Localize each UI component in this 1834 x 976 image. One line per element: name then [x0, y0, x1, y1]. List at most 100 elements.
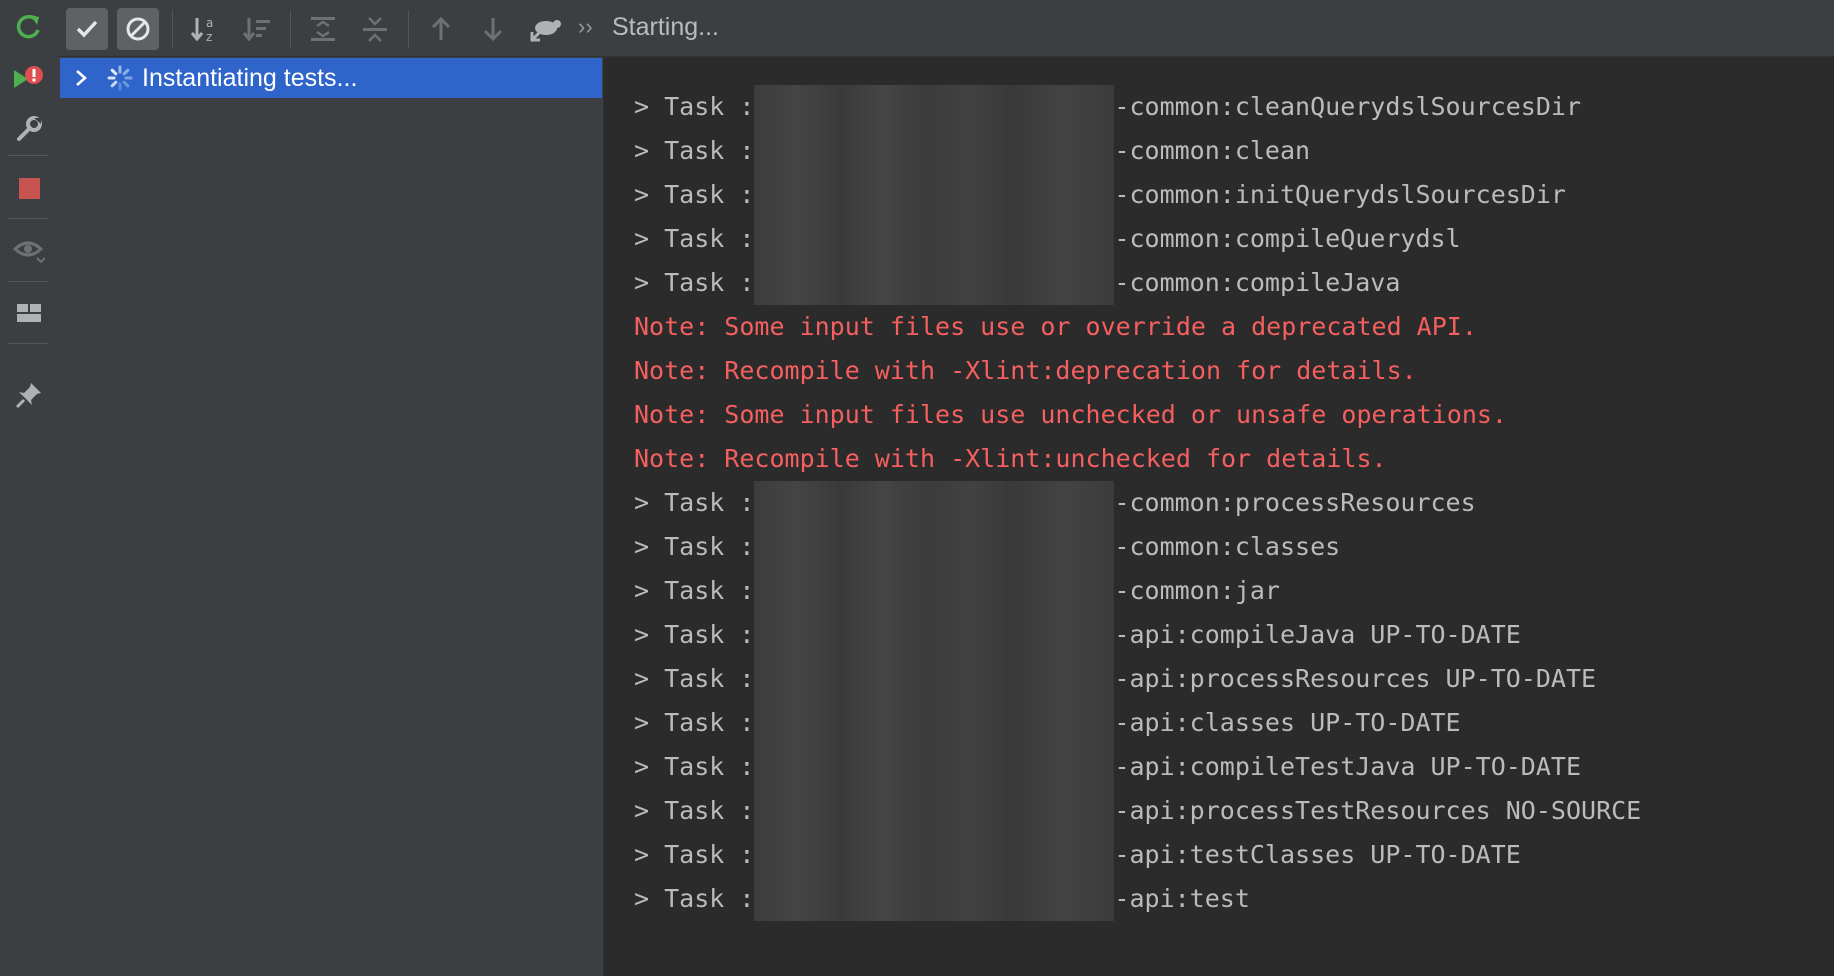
console-task-line: > Task : -common:jar: [634, 569, 1280, 613]
console-task-line: > Task : -common:classes: [634, 525, 1340, 569]
console-note-line: Note: Some input files use unchecked or …: [634, 393, 1507, 437]
line-text: -common:initQuerydslSourcesDir: [1114, 180, 1566, 209]
divider: [8, 343, 48, 344]
console-task-line: > Task : -api:compileJava UP-TO-DATE: [634, 613, 1521, 657]
console-task-line: > Task : -common:compileQuerydsl: [634, 217, 1461, 261]
task-prefix: > Task :: [634, 664, 755, 693]
console-task-line: > Task : -common:clean: [634, 129, 1310, 173]
line-text: -api:compileTestJava UP-TO-DATE: [1114, 752, 1582, 781]
arrow-up-icon[interactable]: [420, 8, 462, 50]
task-prefix: > Task :: [634, 180, 755, 209]
console-task-line: > Task : -api:processTestResources NO-SOU…: [634, 789, 1641, 833]
console-task-line: > Task : -api:processResources UP-TO-DATE: [634, 657, 1596, 701]
divider: [408, 10, 409, 48]
console-task-line: > Task : -common:processResources: [634, 481, 1476, 525]
side-toolbar: [0, 0, 59, 976]
redacted-project-name: [754, 525, 1115, 569]
task-prefix: > Task :: [634, 532, 755, 561]
pin-icon[interactable]: [12, 378, 46, 412]
test-runner-toolbar: a z ›› Starting...: [58, 0, 1834, 57]
task-prefix: > Task :: [634, 620, 755, 649]
redacted-project-name: [754, 173, 1115, 217]
divider: [290, 10, 291, 48]
redacted-project-name: [754, 833, 1115, 877]
line-text: Note: Some input files use or override a…: [634, 312, 1477, 341]
task-prefix: > Task :: [634, 136, 755, 165]
redacted-project-name: [754, 129, 1115, 173]
redacted-project-name: [754, 481, 1115, 525]
redacted-project-name: [754, 789, 1115, 833]
console-task-line: > Task : -common:cleanQuerydslSourcesDir: [634, 85, 1581, 129]
settings-wrench-icon[interactable]: [12, 112, 46, 146]
task-prefix: > Task :: [634, 92, 755, 121]
sort-duration-icon[interactable]: [236, 8, 278, 50]
stop-icon[interactable]: [12, 171, 46, 205]
chevron-right-icon[interactable]: [74, 69, 88, 87]
line-text: -common:jar: [1114, 576, 1280, 605]
expand-all-icon[interactable]: [302, 8, 344, 50]
console-task-line: > Task : -common:compileJava: [634, 261, 1400, 305]
divider: [172, 10, 173, 48]
task-prefix: > Task :: [634, 884, 755, 913]
spinner-icon: [106, 64, 134, 92]
redacted-project-name: [754, 569, 1115, 613]
line-text: -common:clean: [1114, 136, 1311, 165]
console-task-line: > Task : -api:testClasses UP-TO-DATE: [634, 833, 1521, 877]
chevron-right-double-icon[interactable]: ››: [578, 14, 593, 40]
svg-text:z: z: [206, 30, 212, 44]
task-prefix: > Task :: [634, 840, 755, 869]
console-task-line: > Task : -common:initQuerydslSourcesDir: [634, 173, 1566, 217]
rerun-failed-icon[interactable]: [12, 62, 46, 96]
redacted-project-name: [754, 261, 1115, 305]
task-prefix: > Task :: [634, 576, 755, 605]
collapse-all-icon[interactable]: [354, 8, 396, 50]
task-prefix: > Task :: [634, 268, 755, 297]
divider: [8, 281, 48, 282]
line-text: -common:classes: [1114, 532, 1341, 561]
sort-alpha-icon[interactable]: a z: [184, 8, 226, 50]
line-text: -common:cleanQuerydslSourcesDir: [1114, 92, 1582, 121]
task-prefix: > Task :: [634, 796, 755, 825]
task-prefix: > Task :: [634, 752, 755, 781]
console-output[interactable]: > Task : -common:cleanQuerydslSourcesDir >…: [604, 57, 1834, 976]
redacted-project-name: [754, 701, 1115, 745]
line-text: -common:compileJava: [1114, 268, 1401, 297]
task-prefix: > Task :: [634, 708, 755, 737]
redacted-project-name: [754, 745, 1115, 789]
line-text: -api:testClasses UP-TO-DATE: [1114, 840, 1521, 869]
task-prefix: > Task :: [634, 224, 755, 253]
arrow-down-icon[interactable]: [472, 8, 514, 50]
task-prefix: > Task :: [634, 488, 755, 517]
line-text: -api:compileJava UP-TO-DATE: [1114, 620, 1521, 649]
redacted-project-name: [754, 613, 1115, 657]
import-tests-icon[interactable]: [524, 8, 566, 50]
console-note-line: Note: Some input files use or override a…: [634, 305, 1477, 349]
rerun-icon[interactable]: [12, 10, 46, 44]
line-text: -common:processResources: [1114, 488, 1476, 517]
divider: [8, 218, 48, 219]
console-note-line: Note: Recompile with -Xlint:unchecked fo…: [634, 437, 1387, 481]
line-text: -api:processTestResources NO-SOURCE: [1114, 796, 1642, 825]
line-text: Note: Recompile with -Xlint:deprecation …: [634, 356, 1417, 385]
line-text: -api:test: [1114, 884, 1250, 913]
line-text: -common:compileQuerydsl: [1114, 224, 1461, 253]
check-icon[interactable]: [66, 8, 108, 50]
divider: [8, 155, 48, 156]
test-tree: Instantiating tests...: [58, 57, 604, 976]
redacted-project-name: [754, 657, 1115, 701]
redacted-project-name: [754, 217, 1115, 261]
console-note-line: Note: Recompile with -Xlint:deprecation …: [634, 349, 1417, 393]
console-task-line: > Task : -api:classes UP-TO-DATE: [634, 701, 1461, 745]
layout-icon[interactable]: [12, 296, 46, 330]
redacted-project-name: [754, 85, 1115, 129]
run-status: Starting...: [612, 13, 719, 41]
svg-text:a: a: [206, 16, 213, 30]
console-task-line: > Task : -api:compileTestJava UP-TO-DATE: [634, 745, 1581, 789]
redacted-project-name: [754, 877, 1115, 921]
line-text: -api:classes UP-TO-DATE: [1114, 708, 1461, 737]
tree-item-instantiating[interactable]: Instantiating tests...: [60, 58, 602, 98]
eye-icon[interactable]: [12, 234, 46, 268]
tree-item-label: Instantiating tests...: [142, 63, 358, 92]
line-text: Note: Some input files use unchecked or …: [634, 400, 1507, 429]
cancel-circle-icon[interactable]: [117, 8, 159, 50]
